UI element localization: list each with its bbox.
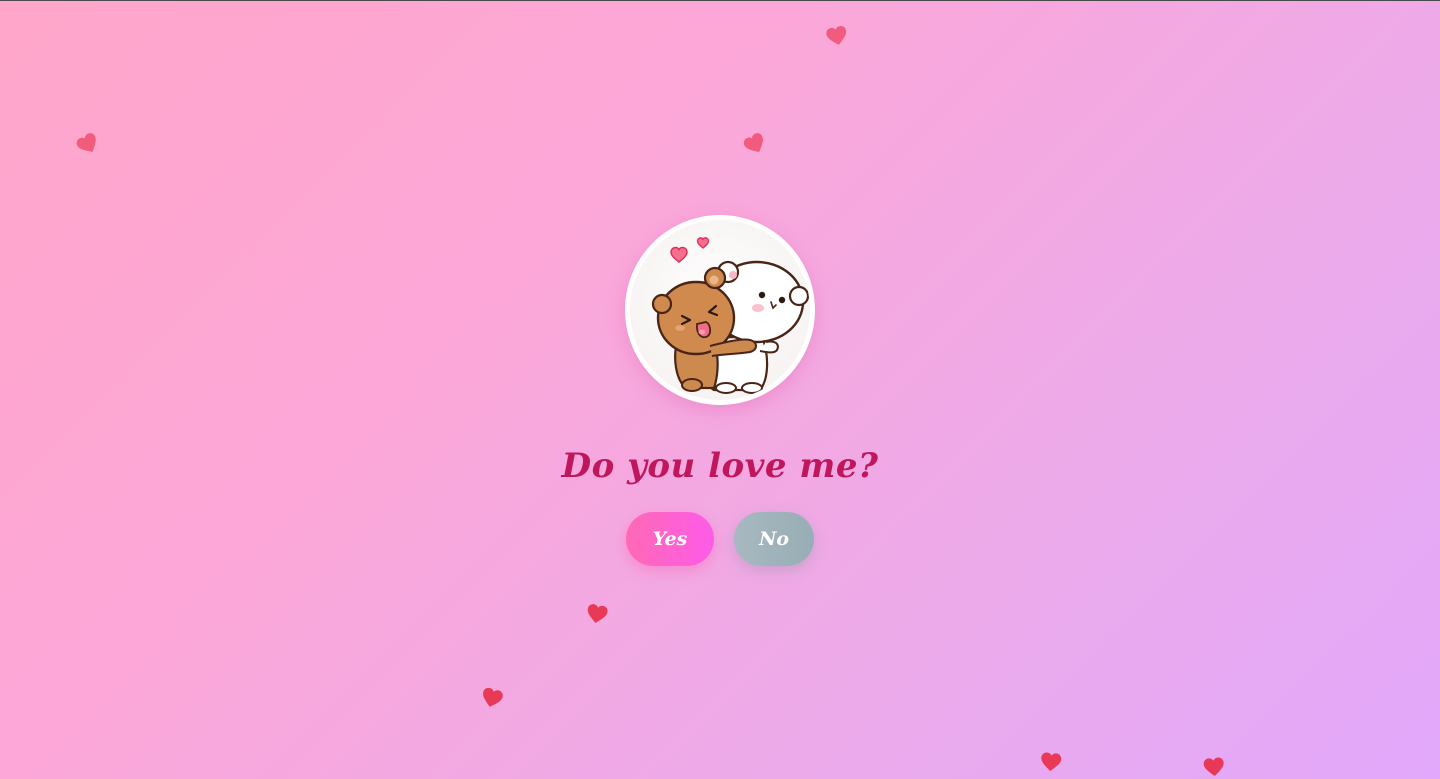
avatar: [625, 215, 815, 405]
heart-icon: [73, 130, 102, 158]
bears-hugging-illustration: [630, 220, 810, 400]
heart-icon: [584, 602, 609, 626]
heart-icon: [1202, 756, 1226, 778]
no-button[interactable]: No: [734, 512, 814, 566]
heart-icon: [824, 24, 850, 48]
window-top-border: [0, 0, 1440, 1]
heart-icon: [1039, 751, 1063, 773]
heart-icon: [741, 130, 770, 158]
heart-icon: [479, 685, 505, 710]
yes-button[interactable]: Yes: [626, 512, 714, 566]
question-heading: Do you love me?: [561, 446, 879, 486]
